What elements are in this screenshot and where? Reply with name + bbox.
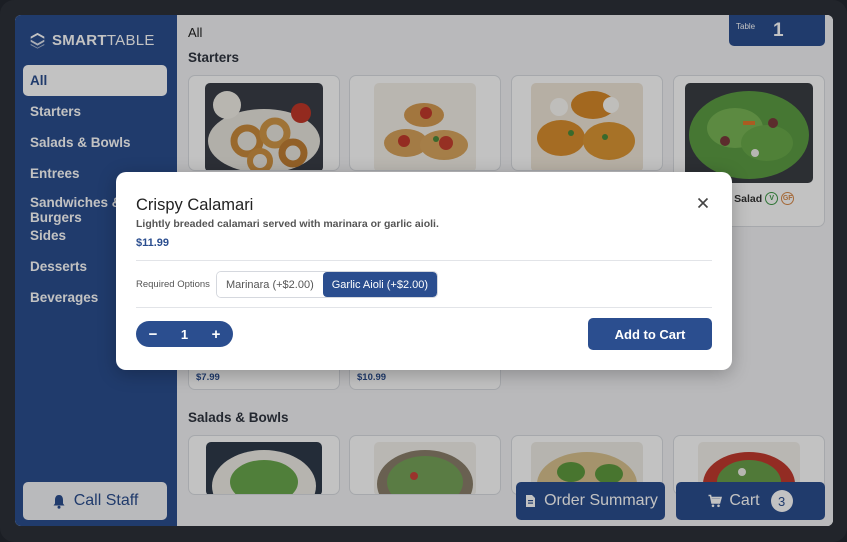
option-garlic-aioli[interactable]: Garlic Aioli (+$2.00): [322, 272, 438, 297]
option-marinara[interactable]: Marinara (+$2.00): [217, 272, 323, 297]
modal-description: Lightly breaded calamari served with mar…: [136, 218, 439, 230]
close-icon[interactable]: [696, 196, 710, 210]
decrement-button[interactable]: −: [146, 326, 160, 343]
screen: SMARTTABLE All Starters Salads & Bowls E…: [15, 15, 833, 526]
modal-price: $11.99: [136, 237, 170, 249]
add-to-cart-button[interactable]: Add to Cart: [588, 318, 712, 350]
divider: [136, 307, 712, 308]
item-options-modal: Crispy Calamari Lightly breaded calamari…: [116, 172, 732, 370]
option-selector: Marinara (+$2.00) Garlic Aioli (+$2.00): [216, 271, 439, 298]
quantity-stepper: − 1 +: [136, 321, 233, 347]
modal-title: Crispy Calamari: [136, 196, 254, 214]
required-options-label: Required Options: [136, 279, 210, 290]
quantity-value: 1: [180, 326, 189, 342]
increment-button[interactable]: +: [209, 326, 223, 343]
device-bezel: SMARTTABLE All Starters Salads & Bowls E…: [0, 0, 847, 542]
divider: [136, 260, 712, 261]
